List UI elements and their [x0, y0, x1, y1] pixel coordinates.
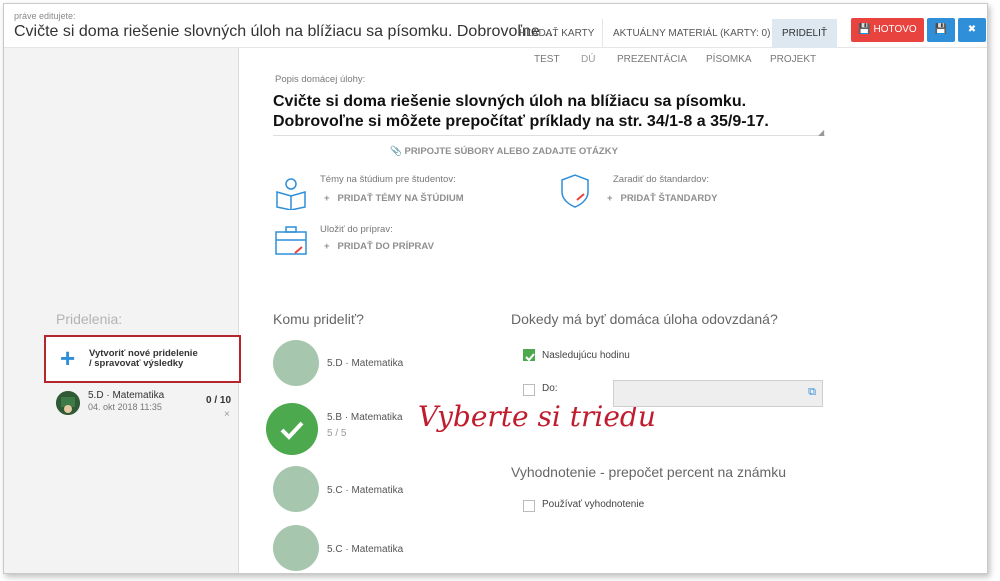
- until-date-field[interactable]: ⧉: [613, 380, 823, 407]
- use-evaluation-checkbox[interactable]: [523, 500, 535, 512]
- sidebar-item-count: 0 / 10: [206, 395, 232, 406]
- editing-label: práve editujete:: [14, 11, 76, 21]
- until-date-label: Do:: [542, 383, 558, 394]
- done-label: HOTOVO: [873, 24, 917, 35]
- add-topics-button[interactable]: + PRIDAŤ TÉMY NA ŠTÚDIUM: [324, 193, 464, 204]
- sidebar-item-assignment[interactable]: 5.D · Matematika 04. okt 2018 11:35 0 / …: [56, 390, 236, 420]
- new-assignment-line2: / spravovať výsledky: [89, 358, 184, 369]
- sidebar-item-name: 5.D · Matematika: [88, 390, 165, 401]
- save-icon: 💾: [934, 24, 948, 35]
- subtab-test[interactable]: TEST: [534, 54, 560, 65]
- save-button[interactable]: 💾: [927, 18, 955, 42]
- class-avatar-5b-selected[interactable]: [266, 403, 318, 455]
- app-window: práve editujete: Cvičte si doma riešenie…: [3, 3, 988, 574]
- class-avatar-5c[interactable]: [273, 466, 319, 512]
- sidebar: Pridelenia: + Vytvoriť nové pridelenie /…: [4, 48, 241, 573]
- briefcase-pin-icon: [275, 226, 307, 255]
- topics-label: Témy na štúdium pre študentov:: [320, 174, 456, 185]
- class-avatar-5c-2[interactable]: [273, 525, 319, 571]
- new-assignment-button[interactable]: + Vytvoriť nové pridelenie / spravovať v…: [44, 335, 241, 383]
- next-lesson-checkbox[interactable]: [523, 349, 535, 362]
- add-standards-label: PRIDAŤ ŠTANDARDY: [620, 193, 718, 204]
- class-avatar-5d[interactable]: [273, 340, 319, 386]
- add-to-prep-button[interactable]: + PRIDAŤ DO PRÍPRAV: [324, 241, 434, 252]
- class-name-5d[interactable]: 5.D · Matematika: [327, 358, 403, 369]
- class-name-5b[interactable]: 5.B · Matematika: [327, 412, 403, 423]
- tab-assign[interactable]: PRIDELIŤ: [772, 19, 838, 48]
- subtab-project[interactable]: PROJEKT: [770, 54, 816, 65]
- subtab-homework[interactable]: DÚ: [581, 54, 595, 65]
- homework-description-label: Popis domácej úlohy:: [275, 74, 366, 85]
- class-avatar: [56, 391, 80, 415]
- attach-files-link[interactable]: 📎 PRIPOJTE SÚBORY ALEBO ZADAJTE OTÁZKY: [390, 146, 618, 157]
- plus-icon: +: [324, 193, 330, 204]
- next-lesson-label: Nasledujúcu hodinu: [542, 350, 630, 361]
- resize-handle-icon[interactable]: ◢: [818, 128, 824, 137]
- save-icon: 💾: [858, 24, 871, 35]
- done-button[interactable]: 💾 HOTOVO: [851, 18, 924, 42]
- close-icon: ✖: [967, 24, 977, 35]
- sidebar-title: Pridelenia:: [56, 311, 123, 327]
- external-link-icon[interactable]: ⧉: [808, 386, 816, 399]
- plus-icon: +: [607, 193, 613, 204]
- homework-description-input[interactable]: Cvičte si doma riešenie slovných úloh na…: [273, 92, 825, 136]
- new-assignment-label: Vytvoriť nové pridelenie / spravovať výs…: [89, 349, 219, 369]
- header: práve editujete: Cvičte si doma riešenie…: [4, 4, 987, 48]
- checkmark-icon: [280, 421, 304, 440]
- attach-files-label: PRIPOJTE SÚBORY ALEBO ZADAJTE OTÁZKY: [404, 146, 618, 157]
- add-standards-button[interactable]: + PRIDAŤ ŠTANDARDY: [607, 193, 717, 204]
- class-count-5b: 5 / 5: [327, 428, 347, 439]
- tab-search-cards[interactable]: HĽADAŤ KARTY: [509, 19, 604, 48]
- deadline-title: Dokedy má byť domáca úloha odovzdaná?: [511, 311, 778, 327]
- main-content: TEST DÚ PREZENTÁCIA PÍSOMKA PROJEKT Popi…: [240, 48, 987, 573]
- tab-current-material[interactable]: AKTUÁLNY MATERIÁL (KARTY: 0): [602, 19, 782, 48]
- homework-text-line2: Dobrovoľne si môžete prepočítať príklady…: [273, 113, 769, 130]
- assign-to-title: Komu prideliť?: [273, 311, 364, 327]
- prep-label: Uložiť do príprav:: [320, 224, 393, 235]
- subtab-presentation[interactable]: PREZENTÁCIA: [617, 54, 687, 65]
- homework-text-line1: Cvičte si doma riešenie slovných úloh na…: [273, 93, 747, 110]
- standards-label: Zaradiť do štandardov:: [613, 174, 709, 185]
- close-button[interactable]: ✖: [958, 18, 986, 42]
- book-reader-icon: [276, 178, 306, 210]
- check-icon: [525, 353, 535, 362]
- plus-icon: +: [324, 241, 330, 252]
- remove-icon[interactable]: ×: [224, 409, 230, 420]
- plus-icon: +: [60, 343, 76, 373]
- add-topics-label: PRIDAŤ TÉMY NA ŠTÚDIUM: [337, 193, 464, 204]
- shield-pin-icon: [561, 174, 589, 208]
- subtab-exam[interactable]: PÍSOMKA: [706, 54, 752, 65]
- sidebar-item-date: 04. okt 2018 11:35: [88, 402, 162, 412]
- document-title: Cvičte si doma riešenie slovných úloh na…: [14, 23, 558, 40]
- class-name-5c-2[interactable]: 5.C · Matematika: [327, 544, 403, 555]
- paperclip-icon: 📎: [390, 146, 402, 157]
- add-to-prep-label: PRIDAŤ DO PRÍPRAV: [337, 241, 434, 252]
- class-name-5c[interactable]: 5.C · Matematika: [327, 485, 403, 496]
- evaluation-title: Vyhodnotenie - prepočet percent na známk…: [511, 464, 786, 480]
- use-evaluation-label: Používať vyhodnotenie: [542, 499, 645, 510]
- until-date-checkbox[interactable]: [523, 384, 535, 396]
